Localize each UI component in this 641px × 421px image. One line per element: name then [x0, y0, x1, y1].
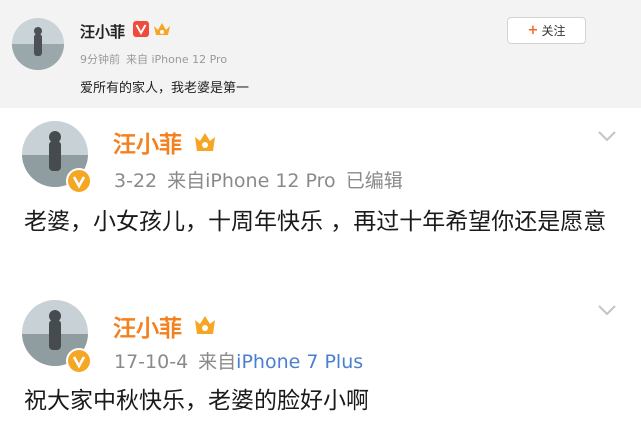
- post-source-prefix: 来自: [167, 170, 206, 192]
- follow-button[interactable]: + 关注: [507, 17, 586, 44]
- verified-badge-icon: [133, 21, 149, 37]
- verified-badge-icon: [66, 168, 92, 194]
- author-name[interactable]: 汪小菲: [113, 125, 182, 159]
- plus-icon: +: [527, 23, 539, 38]
- post-date: 17-10-4: [114, 351, 189, 373]
- avatar-photo: [12, 18, 64, 70]
- post-meta: 9分钟前 来自 iPhone 12 Pro: [80, 51, 227, 67]
- vip-crown-badge-icon: [193, 313, 217, 337]
- edited-label: 已编辑: [345, 170, 403, 192]
- follow-button-label: 关注: [541, 24, 566, 38]
- post-source-prefix: 来自: [198, 351, 237, 373]
- vip-crown-badge-icon: [193, 130, 217, 154]
- feed-post: 汪小菲 3-22 来自iPhone 12 Pro 已编辑 老婆，小女孩儿，十周年快乐…: [0, 108, 641, 290]
- post-device[interactable]: iPhone 7 Plus: [236, 351, 363, 373]
- post-device: iPhone 12 Pro: [205, 170, 336, 192]
- post-body: 老婆，小女孩儿，十周年快乐 ，再过十年希望你还是愿意: [24, 209, 607, 235]
- post-body: 祝大家中秋快乐，老婆的脸好小啊: [24, 388, 369, 414]
- post-meta: 17-10-4 来自iPhone 7 Plus: [114, 347, 363, 374]
- post-meta: 3-22 来自iPhone 12 Pro 已编辑: [114, 166, 403, 193]
- repost-text: 爱所有的家人，我老婆是第一: [80, 81, 250, 96]
- author-name[interactable]: 汪小菲: [80, 21, 125, 42]
- post-source: 来自 iPhone 12 Pro: [126, 53, 228, 66]
- repost-header: 汪小菲 9分钟前 来自 iPhone 12 Pro 爱所有的家人，我老婆是第一 +…: [0, 0, 641, 108]
- chevron-down-icon[interactable]: [597, 130, 617, 142]
- avatar[interactable]: [12, 18, 64, 70]
- chevron-down-icon[interactable]: [597, 304, 617, 316]
- vip-crown-badge-icon: [152, 21, 172, 37]
- post-time: 9分钟前: [80, 53, 120, 66]
- post-date: 3-22: [114, 170, 158, 192]
- feed-post: 汪小菲 17-10-4 来自iPhone 7 Plus 祝大家中秋快乐，老婆的脸好…: [0, 290, 641, 421]
- author-name[interactable]: 汪小菲: [113, 309, 182, 343]
- verified-badge-icon: [66, 348, 92, 374]
